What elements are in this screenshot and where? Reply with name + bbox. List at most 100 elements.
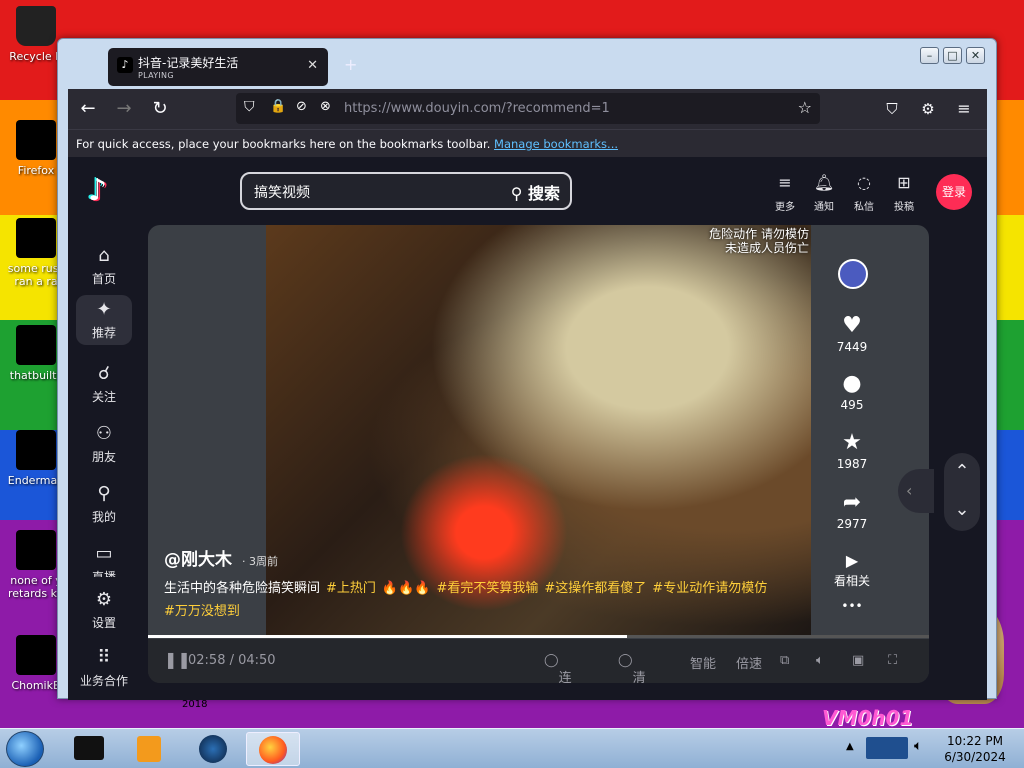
notify-button[interactable]: 🔔︎ 通知 <box>806 173 842 213</box>
search-button[interactable]: ⚲ 搜索 <box>511 180 560 204</box>
taskbar: ▲ 🔈︎ 10:22 PM 6/30/2024 <box>0 728 1024 768</box>
tab-title: 抖音-记录美好生活 <box>138 56 239 70</box>
show-hidden-icons-icon[interactable]: ▲ <box>846 741 854 752</box>
login-button[interactable]: 登录 <box>936 174 972 210</box>
messages-button[interactable]: ◌ 私信 <box>846 173 882 213</box>
avatar[interactable] <box>838 259 868 289</box>
home-icon: ⌂ <box>98 245 110 266</box>
video-author[interactable]: @刚大木 · 3周前 <box>164 545 278 570</box>
clear-screen-toggle[interactable]: ◯ 清屏 <box>618 653 646 683</box>
network-icon[interactable] <box>866 737 908 759</box>
desktop-icon-label: none of y retards kn <box>8 574 64 600</box>
tv-icon: ▭ <box>95 543 113 564</box>
menu-icon[interactable]: ≡ <box>952 97 976 121</box>
maximize-button[interactable]: □ <box>943 47 962 64</box>
clear-screen-label: 清屏 <box>632 671 646 683</box>
author-name[interactable]: @刚大木 <box>164 550 232 570</box>
app-icon <box>16 635 56 675</box>
extensions-icon[interactable]: ⚙ <box>916 97 940 121</box>
new-tab-icon[interactable]: + <box>344 55 357 74</box>
navigation-bar: ← → ↻ ⛉ 🔒 ⊘ ⊗ https://www.douyin.com/?re… <box>68 89 987 129</box>
autoplay-toggle[interactable]: ◯ 连播 <box>544 653 572 683</box>
manage-bookmarks-link[interactable]: Manage bookmarks... <box>494 137 618 151</box>
tab-close-icon[interactable]: ✕ <box>307 58 318 73</box>
speed-button[interactable]: 倍速 <box>736 653 762 672</box>
video-progress-bar[interactable] <box>148 635 929 638</box>
pocket-icon[interactable]: ⛉ <box>880 97 904 121</box>
more-button[interactable]: ≡ 更多 <box>767 173 803 213</box>
sidebar-item-friends[interactable]: ⚇ 朋友 <box>76 423 132 465</box>
reload-icon[interactable]: ↻ <box>148 97 172 121</box>
sidebar-item-label: 首页 <box>91 272 116 286</box>
clock[interactable]: 10:22 PM 6/30/2024 <box>935 733 1015 765</box>
related-label: 看相关 <box>833 574 870 588</box>
browser-tab[interactable]: ♪ 抖音-记录美好生活 PLAYING ✕ <box>108 48 328 86</box>
related-button[interactable]: ▶ 看相关 <box>828 551 876 589</box>
collapse-panel-icon[interactable]: ‹ <box>898 469 934 513</box>
search-box[interactable]: 搞笑视频 ⚲ 搜索 <box>240 172 572 210</box>
more-options-button[interactable]: ••• <box>832 599 872 613</box>
pip-icon[interactable]: ⧉ <box>780 653 789 668</box>
url-bar[interactable]: ⛉ 🔒 ⊘ ⊗ https://www.douyin.com/?recommen… <box>236 93 820 124</box>
video-frame[interactable] <box>266 225 811 635</box>
next-video-icon[interactable]: ⌄ <box>944 491 980 529</box>
bell-icon: 🔔︎ <box>813 173 835 192</box>
taskbar-app-1[interactable] <box>62 732 116 766</box>
taskbar-app-globe[interactable] <box>186 732 240 766</box>
star-icon: ★ <box>842 430 862 455</box>
lock-icon[interactable]: 🔒 <box>270 99 286 114</box>
taskbar-app-firefox[interactable] <box>246 732 300 766</box>
upload-label: 投稿 <box>894 202 914 213</box>
favorite-button[interactable]: ★ 1987 <box>832 430 872 471</box>
upload-plus-icon: ⊞ <box>897 173 911 192</box>
minimize-button[interactable]: – <box>920 47 939 64</box>
sidebar-item-follow[interactable]: ☌ 关注 <box>76 363 132 405</box>
back-icon[interactable]: ← <box>76 97 100 121</box>
sidebar-item-mine[interactable]: ⚲ 我的 <box>76 483 132 525</box>
video-player[interactable]: 危险动作 请勿模仿 未造成人员伤亡 @刚大木 · 3周前 生活中的各种危险搞笑瞬间… <box>148 225 929 683</box>
share-arrow-icon: ➦ <box>842 490 862 515</box>
like-button[interactable]: ♥ 7449 <box>832 313 872 354</box>
quality-button[interactable]: 智能 <box>690 653 716 672</box>
volume-icon[interactable]: 🔈︎ <box>816 653 824 668</box>
hashtag[interactable]: #万万没想到 <box>164 604 240 619</box>
shield-icon[interactable]: ⛉ <box>244 99 255 115</box>
comment-button[interactable]: ● 495 <box>832 371 872 412</box>
sidebar-item-label: 设置 <box>91 616 116 630</box>
sidebar-item-business[interactable]: ⠿ 业务合作 <box>76 647 132 689</box>
share-button[interactable]: ➦ 2977 <box>832 490 872 531</box>
url-text: https://www.douyin.com/?recommend=1 <box>344 101 610 116</box>
bookmark-star-icon[interactable]: ☆ <box>798 98 812 117</box>
comment-icon: ● <box>842 371 862 396</box>
webfullscreen-icon[interactable]: ▣ <box>852 653 864 668</box>
hashtag[interactable]: #专业动作请勿模仿 <box>652 581 767 596</box>
autoplay-blocked-icon[interactable]: ⊗ <box>320 99 331 114</box>
app-icon <box>16 430 56 470</box>
file-icon <box>16 530 56 570</box>
douyin-logo-icon[interactable]: ♪ <box>88 173 122 208</box>
forward-icon[interactable]: → <box>112 97 136 121</box>
sidebar-item-recommend[interactable]: ✦ 推荐 <box>76 295 132 345</box>
search-input[interactable]: 搞笑视频 <box>254 182 310 202</box>
search-icon: ⚲ <box>510 184 528 203</box>
close-window-button[interactable]: ✕ <box>966 47 985 64</box>
start-button[interactable] <box>6 731 44 767</box>
autoplay-label: 连播 <box>558 671 572 683</box>
playback-time: 02:58 / 04:50 <box>188 653 276 668</box>
permissions-icon[interactable]: ⊘ <box>296 99 307 114</box>
volume-tray-icon[interactable]: 🔈︎ <box>914 738 922 754</box>
more-menu-icon: ≡ <box>778 173 792 192</box>
messages-label: 私信 <box>854 202 874 213</box>
sidebar-item-home[interactable]: ⌂ 首页 <box>76 245 132 287</box>
hashtag[interactable]: #这操作都看傻了 <box>544 581 646 596</box>
previous-video-icon[interactable]: ⌃ <box>944 453 980 491</box>
fullscreen-icon[interactable]: ⛶ <box>888 653 897 668</box>
sidebar-item-settings[interactable]: ⚙ 设置 <box>76 589 132 631</box>
taskbar-app-media[interactable] <box>122 732 176 766</box>
bookmarks-toolbar: For quick access, place your bookmarks h… <box>68 129 987 157</box>
upload-button[interactable]: ⊞ 投稿 <box>886 173 922 213</box>
hashtag[interactable]: #看完不笑算我输 <box>436 581 538 596</box>
hashtag[interactable]: #上热门 <box>326 581 376 596</box>
sidebar-item-live[interactable]: ▭ 直播 <box>76 543 132 577</box>
pause-icon[interactable]: ❚❚ <box>164 650 191 669</box>
